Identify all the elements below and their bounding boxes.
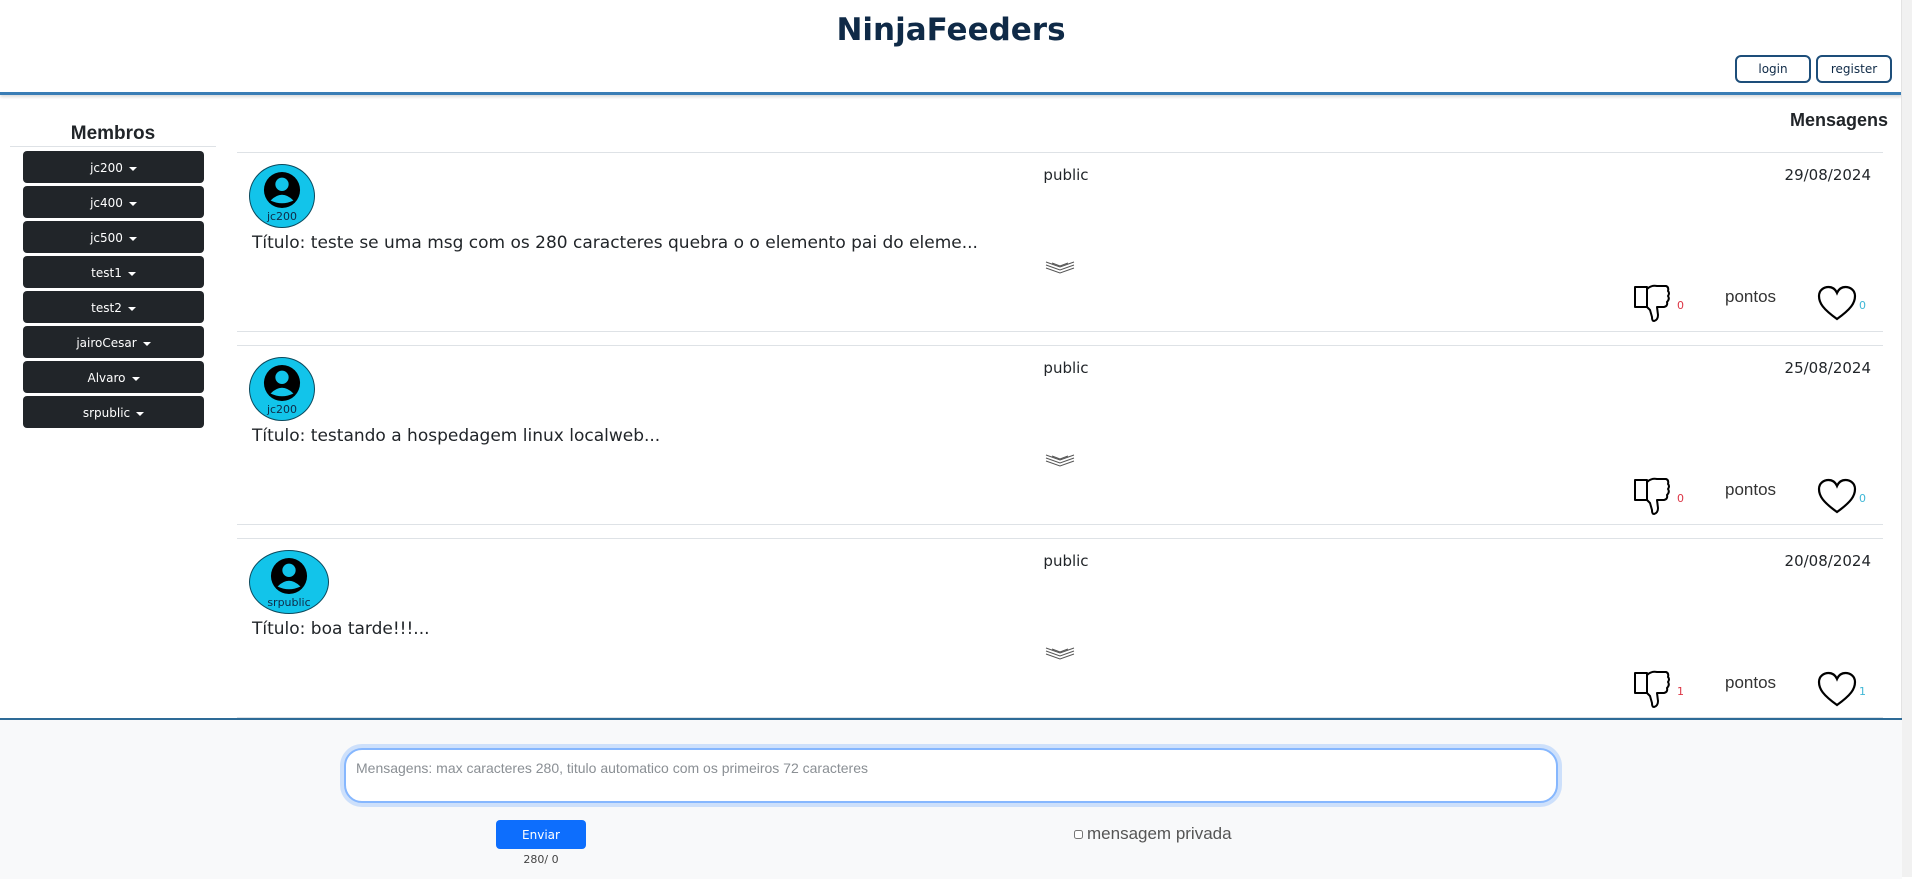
message-title: Título: boa tarde!!!... [252,619,430,639]
message-composer: Enviar 280/ 0 mensagem privada [0,718,1902,879]
message-input[interactable] [344,748,1558,803]
member-dropdown-button[interactable]: srpublic [23,396,204,428]
visibility-label: public [1043,552,1089,570]
caret-down-icon [128,236,137,241]
member-dropdown-button[interactable]: jc200 [23,151,204,183]
visibility-label: public [1043,166,1089,184]
caret-down-icon [131,376,140,381]
points-label: pontos [1725,287,1777,306]
caret-down-icon [128,166,137,171]
author-avatar[interactable]: jc200 [249,164,315,228]
chevron-double-down-icon[interactable] [1044,645,1076,660]
thumbs-down-icon[interactable] [1633,283,1671,323]
member-dropdown-button[interactable]: jc400 [23,186,204,218]
member-name: jairoCesar [76,336,137,350]
member-name: jc200 [90,161,123,175]
author-name: jc200 [266,210,298,223]
member-dropdown-button[interactable]: jc500 [23,221,204,253]
message-date: 29/08/2024 [1784,166,1871,184]
member-name: test1 [91,266,122,280]
user-circle-icon [263,364,301,402]
header: NinjaFeeders login register [0,0,1902,95]
caret-down-icon [136,411,145,416]
like-count: 1 [1859,685,1866,698]
caret-down-icon [127,271,136,276]
app-title: NinjaFeeders [836,12,1066,48]
visibility-label: public [1043,359,1089,377]
message-list: jc200 public 29/08/2024 Título: teste se um… [237,152,1883,731]
member-name: test2 [91,301,122,315]
author-avatar[interactable]: srpublic [249,550,329,614]
char-counter: 280/ 0 [523,853,559,866]
author-name: jc200 [266,403,298,416]
member-dropdown-button[interactable]: test1 [23,256,204,288]
dislike-count: 0 [1677,492,1684,505]
member-dropdown-button[interactable]: test2 [23,291,204,323]
message-card: jc200 public 25/08/2024 Título: testando a … [237,345,1883,525]
private-message-toggle[interactable]: mensagem privada [1074,824,1232,844]
like-count: 0 [1859,492,1866,505]
members-title: Membros [10,108,216,147]
caret-down-icon [128,201,137,206]
message-card: srpublic public 20/08/2024 Título: boa tard… [237,538,1883,718]
register-button[interactable]: register [1816,55,1892,83]
caret-down-icon [142,341,151,346]
thumbs-down-icon[interactable] [1633,476,1671,516]
like-count: 0 [1859,299,1866,312]
members-sidebar: Membros jc200 jc400 jc500 test1 test2 jairoCe… [10,108,216,431]
page-scrollbar[interactable] [1901,0,1912,877]
user-circle-icon [270,557,308,595]
heart-icon[interactable] [1817,285,1857,323]
member-name: jc500 [90,231,123,245]
author-avatar[interactable]: jc200 [249,357,315,421]
member-name: jc400 [90,196,123,210]
thumbs-down-icon[interactable] [1633,669,1671,709]
private-message-label: mensagem privada [1087,824,1232,843]
points-label: pontos [1725,480,1777,499]
points-label: pontos [1725,673,1777,692]
send-button[interactable]: Enviar [496,820,586,849]
message-title: Título: testando a hospedagem linux loca… [252,426,661,446]
heart-icon[interactable] [1817,478,1857,516]
heart-icon[interactable] [1817,671,1857,709]
chevron-double-down-icon[interactable] [1044,259,1076,274]
message-date: 25/08/2024 [1784,359,1871,377]
user-circle-icon [263,171,301,209]
message-title: Título: teste se uma msg com os 280 cara… [252,233,978,253]
chevron-double-down-icon[interactable] [1044,452,1076,467]
member-list: jc200 jc400 jc500 test1 test2 jairoCesar Alvar… [10,151,216,428]
message-card: jc200 public 29/08/2024 Título: teste se um… [237,152,1883,332]
member-dropdown-button[interactable]: jairoCesar [23,326,204,358]
private-message-checkbox[interactable] [1074,830,1083,840]
member-dropdown-button[interactable]: Alvaro [23,361,204,393]
messages-title: Mensagens [1789,110,1888,130]
author-name: srpublic [267,596,311,609]
login-button[interactable]: login [1735,55,1811,83]
dislike-count: 1 [1677,685,1684,698]
caret-down-icon [127,306,136,311]
message-date: 20/08/2024 [1784,552,1871,570]
member-name: srpublic [82,406,131,420]
member-name: Alvaro [87,371,126,385]
dislike-count: 0 [1677,299,1684,312]
